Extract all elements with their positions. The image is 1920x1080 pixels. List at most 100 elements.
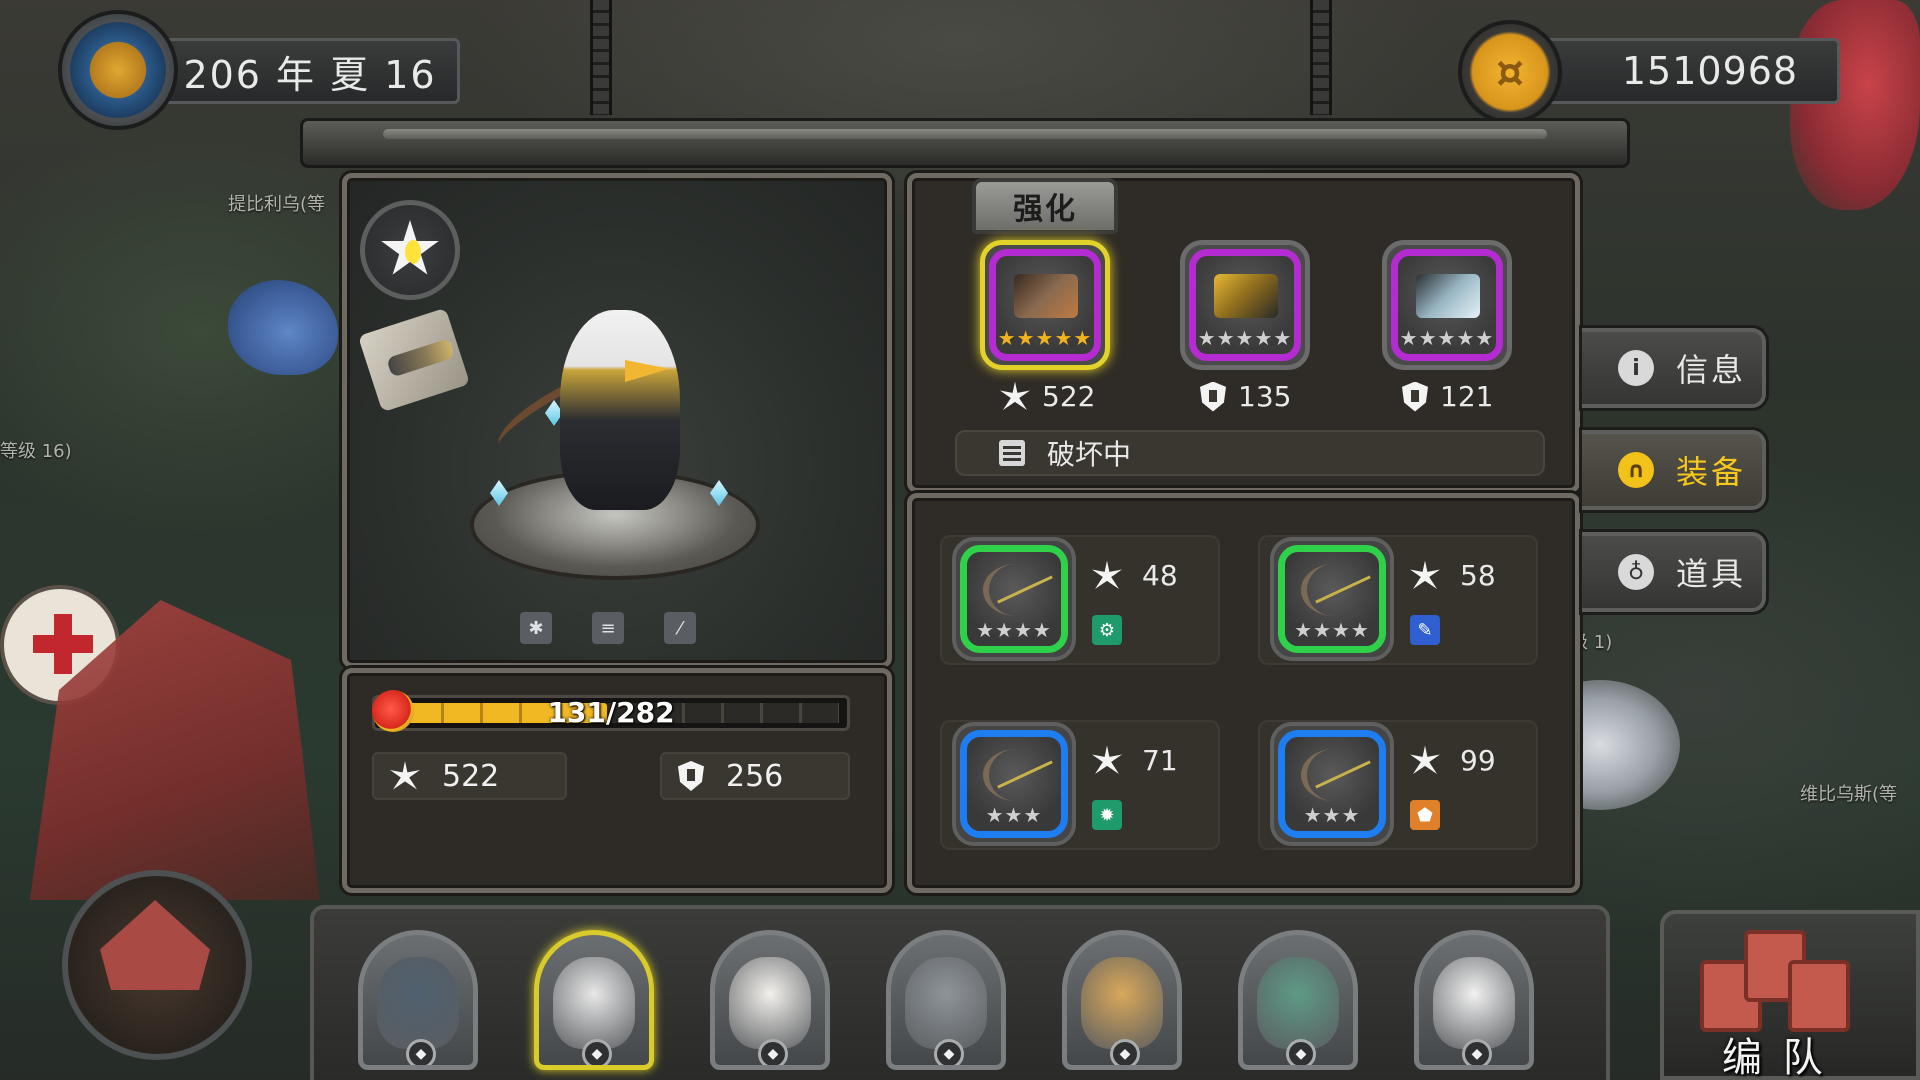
- tab-equipment[interactable]: ∩ 装备: [1582, 430, 1766, 510]
- attack-icon: [1000, 381, 1030, 410]
- accessory-stat-value: 121: [1440, 380, 1494, 413]
- class-badge-icon: ◆: [406, 1039, 436, 1065]
- hero-face-alpaca: [729, 957, 811, 1049]
- hero-portrait-giraffe[interactable]: ◆: [1062, 930, 1182, 1070]
- equip-status-bar: 破坏中: [955, 430, 1545, 476]
- enhance-tab-label: 强化: [1013, 192, 1077, 227]
- rank-star-icon: [381, 220, 439, 275]
- armor-item: ★★★★★: [1189, 249, 1301, 361]
- item-stars: ★★★: [1303, 803, 1361, 827]
- class-badge-icon: ◆: [1110, 1039, 1140, 1065]
- armor-break-icon[interactable]: ≡: [592, 612, 624, 644]
- item-attack-value: 48: [1142, 559, 1178, 592]
- hero-face-elephant: [905, 957, 987, 1049]
- bow-icon: [983, 564, 1049, 616]
- date-text: 206 年 夏 16: [183, 52, 437, 97]
- pauldron-icon: [1416, 274, 1480, 318]
- hero-portrait-pirate-wolf[interactable]: ◆: [358, 930, 478, 1070]
- hero-portrait-polar-bear[interactable]: ◆: [1414, 930, 1534, 1070]
- class-badge-icon: ◆: [1462, 1039, 1492, 1065]
- npc-label: 等级 16): [0, 441, 72, 462]
- info-icon: i: [1618, 350, 1654, 386]
- world-dragon-creature: [1790, 0, 1920, 210]
- hero-face-pirate-wolf: [377, 957, 459, 1049]
- rank-badge[interactable]: [360, 200, 460, 300]
- hero-face-polar-bear: [1433, 957, 1515, 1049]
- coin-icon: ¤: [1458, 20, 1562, 124]
- equip-status-text: 破坏中: [1047, 438, 1132, 471]
- item-slot: ★★★: [1270, 722, 1394, 846]
- item-attack-value: 99: [1460, 744, 1496, 777]
- inventory-item[interactable]: ★★★★ 48 ⚙: [940, 535, 1220, 665]
- class-badge-icon: ◆: [934, 1039, 964, 1065]
- equipped-armor-slot[interactable]: ★★★★★: [1180, 240, 1310, 370]
- inventory-item[interactable]: ★★★★ 58 ✎: [1258, 535, 1538, 665]
- item-attack: 58: [1410, 559, 1496, 592]
- enhance-tab[interactable]: 强化: [972, 178, 1118, 234]
- accessory-stat: 121: [1402, 380, 1493, 413]
- slash-icon[interactable]: ⁄: [664, 612, 696, 644]
- defense-icon: [1402, 381, 1428, 412]
- weapon-stat: 522: [1000, 380, 1095, 413]
- weapon-stars: ★★★★★: [997, 326, 1093, 350]
- attack-icon: [1410, 560, 1440, 589]
- weapon-item: ★★★★★: [989, 249, 1101, 361]
- hero-face-giraffe: [1081, 957, 1163, 1049]
- tab-items-label: 道具: [1676, 555, 1747, 593]
- tab-equipment-label: 装备: [1676, 453, 1747, 491]
- hanging-chain: [1310, 0, 1332, 115]
- equipped-accessory-slot[interactable]: ★★★★★: [1382, 240, 1512, 370]
- hero-attack-value: 522: [442, 758, 500, 794]
- tab-items[interactable]: ♁ 道具: [1582, 532, 1766, 612]
- panel-frame-top: [300, 118, 1630, 168]
- tab-info[interactable]: i 信息: [1582, 328, 1766, 408]
- armor-stat-value: 135: [1238, 380, 1292, 413]
- item-stars: ★★★★: [976, 618, 1052, 642]
- potion-icon: ♁: [1618, 554, 1654, 590]
- skill-shield-icon: ⬟: [1410, 800, 1440, 830]
- hero-portrait-alpaca[interactable]: ◆: [710, 930, 830, 1070]
- skill-robot-icon: ⚙: [1092, 615, 1122, 645]
- hero-defense-stat: 256: [660, 752, 850, 800]
- hero-attack-stat: 522: [372, 752, 567, 800]
- defense-icon: [1200, 381, 1226, 412]
- class-badge-icon: ◆: [582, 1039, 612, 1065]
- hero-portrait-elephant[interactable]: ◆: [886, 930, 1006, 1070]
- item-frame-green: ★★★★: [960, 545, 1068, 653]
- hero-eagle-figure: [560, 310, 680, 510]
- hero-face-eagle-archer: [553, 957, 635, 1049]
- item-attack: 71: [1092, 744, 1178, 777]
- hero-trait-icons: ✱ ≡ ⁄: [520, 612, 696, 644]
- crossbow-icon: [1014, 274, 1078, 318]
- team-card-icon: [1788, 960, 1850, 1032]
- attack-icon: [1092, 560, 1122, 589]
- date-display: 206 年 夏 16: [160, 38, 460, 104]
- coin-display: 1510968: [1540, 38, 1840, 104]
- armor-icon: [1214, 274, 1278, 318]
- hero-portrait-crocodile[interactable]: ◆: [1238, 930, 1358, 1070]
- item-frame-green: ★★★★: [1278, 545, 1386, 653]
- equipped-weapon-slot[interactable]: ★★★★★: [980, 240, 1110, 370]
- item-frame-blue: ★★★: [1278, 730, 1386, 838]
- defense-icon: [678, 761, 704, 791]
- inventory-item[interactable]: ★★★ 99 ⬟: [1258, 720, 1538, 850]
- item-stars: ★★★: [985, 803, 1043, 827]
- item-slot: ★★★★: [1270, 537, 1394, 661]
- item-attack: 48: [1092, 559, 1178, 592]
- hero-portrait-eagle-archer[interactable]: ◆: [534, 930, 654, 1070]
- attack-icon: [390, 761, 420, 790]
- snowflake-icon[interactable]: ✱: [520, 612, 552, 644]
- class-badge-icon: ◆: [1286, 1039, 1316, 1065]
- armor-stat: 135: [1200, 380, 1291, 413]
- attack-icon: [1092, 745, 1122, 774]
- item-attack-value: 71: [1142, 744, 1178, 777]
- armor-break-icon: [999, 440, 1025, 466]
- skill-feather-icon: ✎: [1410, 615, 1440, 645]
- item-frame-blue: ★★★: [960, 730, 1068, 838]
- weapon-stat-value: 522: [1042, 380, 1096, 413]
- season-emblem-icon[interactable]: [58, 10, 178, 130]
- helmet-icon: ∩: [1618, 452, 1654, 488]
- accessory-stars: ★★★★★: [1399, 326, 1495, 350]
- inventory-item[interactable]: ★★★ 71 ✹: [940, 720, 1220, 850]
- team-formation-label: 编 队: [1722, 1035, 1827, 1080]
